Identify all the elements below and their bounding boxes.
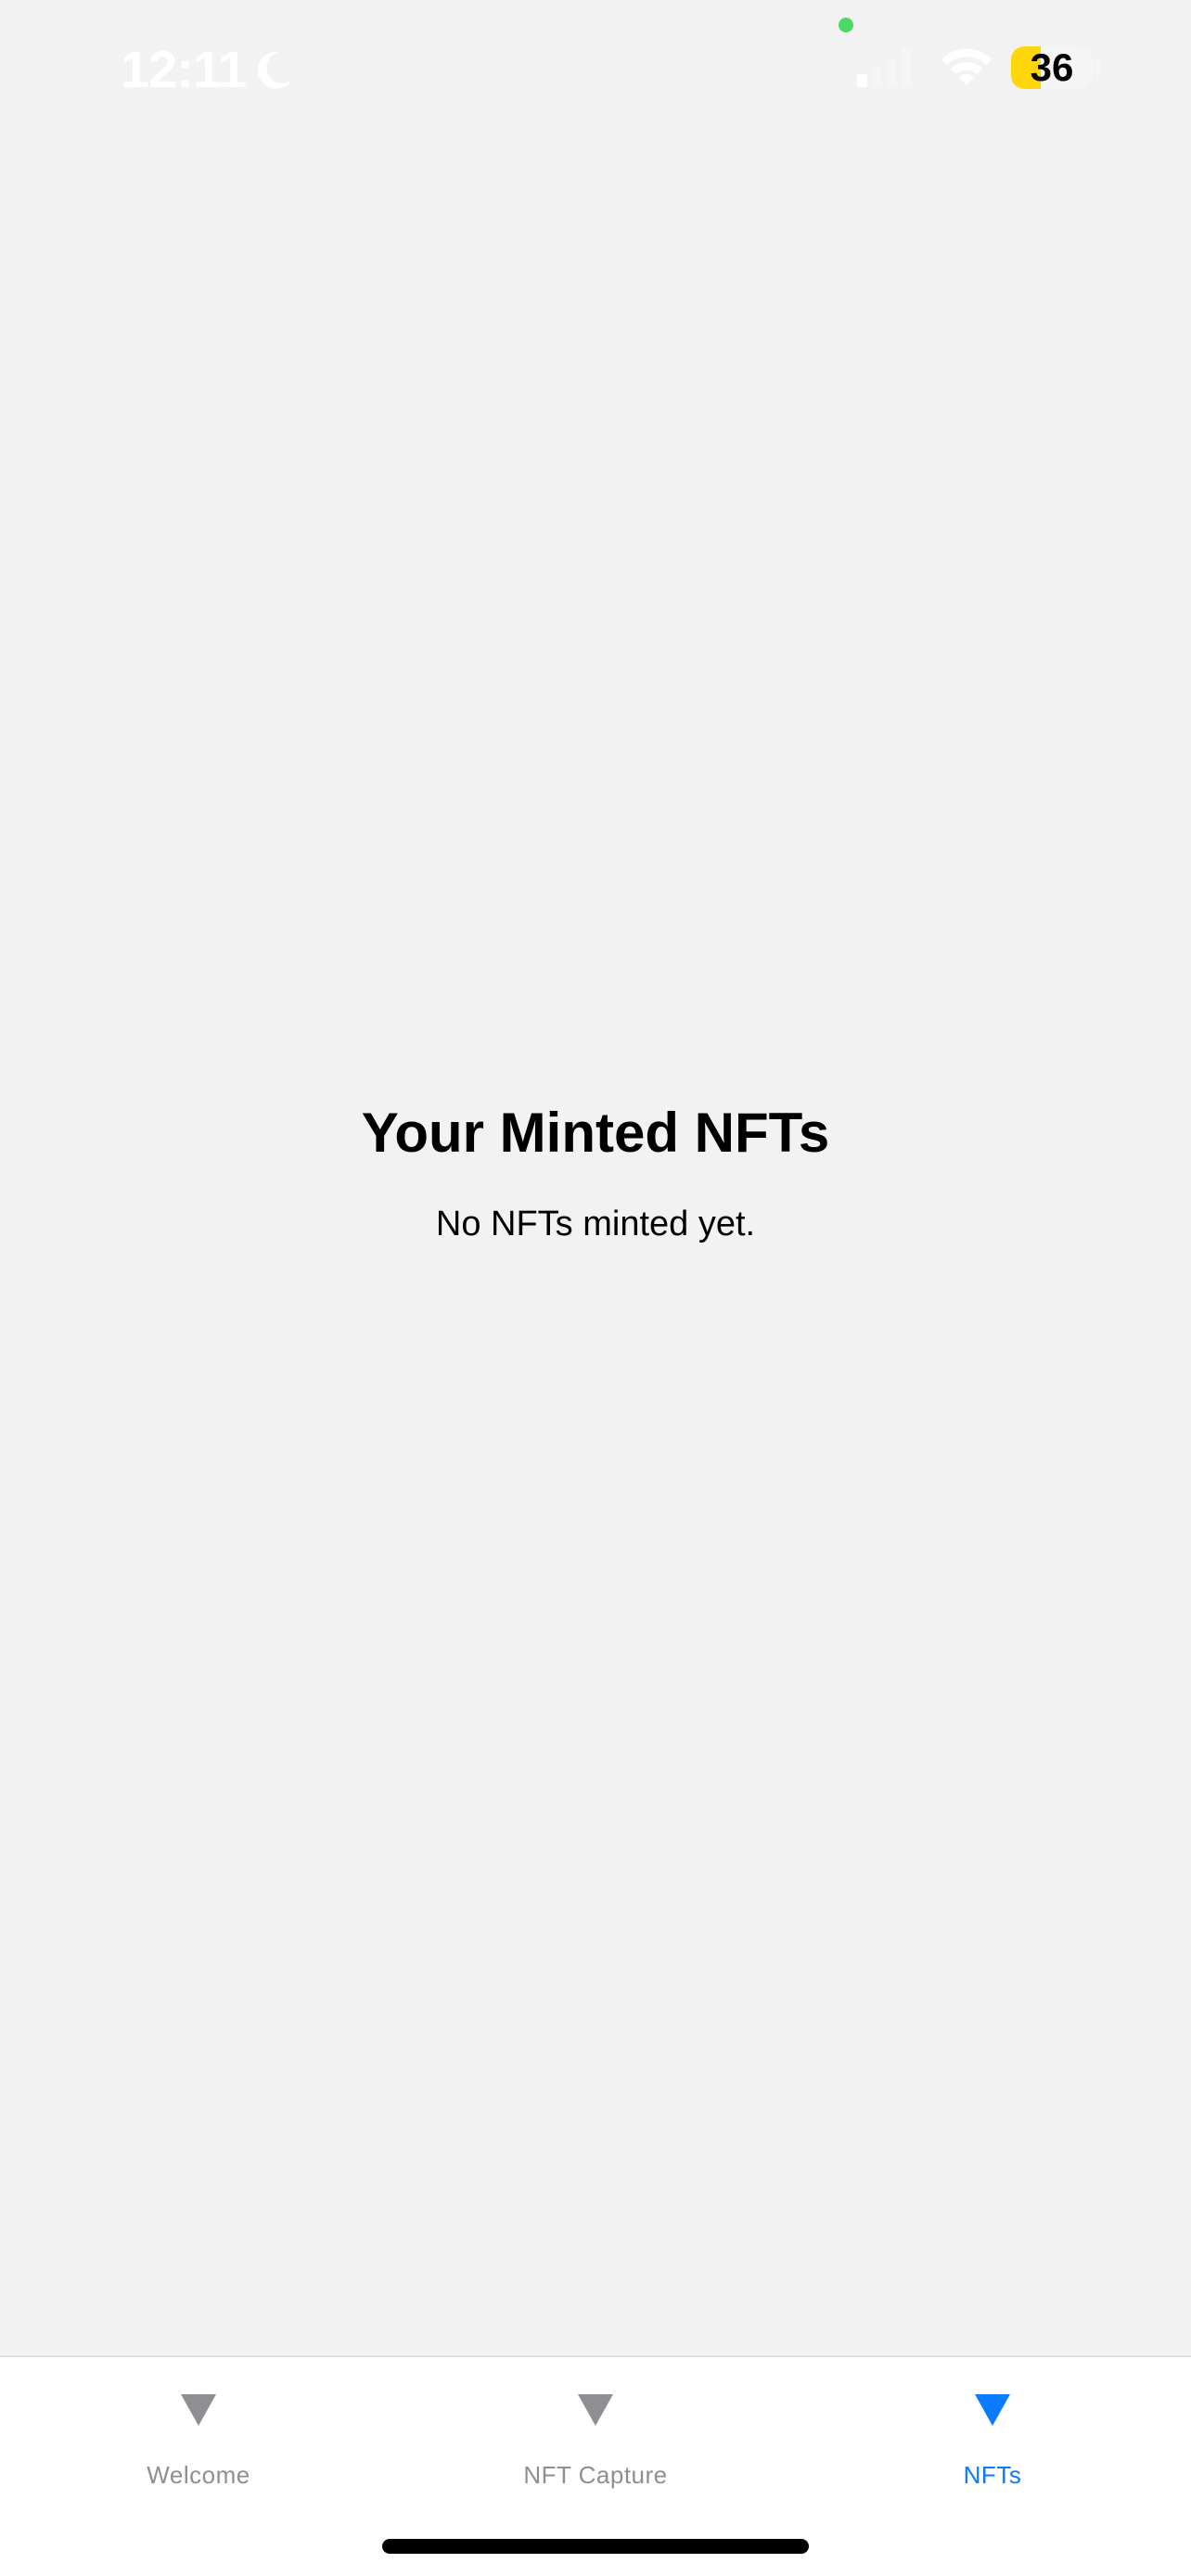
triangle-icon <box>578 2394 613 2426</box>
tab-label: NFTs <box>963 2461 1022 2489</box>
battery-level-text: 36 <box>1030 46 1074 89</box>
home-indicator[interactable] <box>382 2539 809 2554</box>
app-screen: 12:11 36 Your Minted NFTs No NFTs minted… <box>0 0 1191 2576</box>
triangle-icon <box>975 2394 1010 2426</box>
battery-cap <box>1095 59 1100 76</box>
tab-label: NFT Capture <box>523 2461 668 2489</box>
main-content: Your Minted NFTs No NFTs minted yet. <box>0 1094 1191 1250</box>
privacy-indicator-dot <box>839 18 853 32</box>
status-time: 12:11 <box>121 40 247 98</box>
tab-nft-capture[interactable]: NFT Capture <box>397 2357 794 2515</box>
status-bar: 12:11 36 <box>0 0 1191 139</box>
tab-nfts[interactable]: NFTs <box>794 2357 1191 2515</box>
battery-icon: 36 <box>1011 46 1093 89</box>
empty-state-message: No NFTs minted yet. <box>435 1205 756 1243</box>
triangle-icon <box>181 2394 216 2426</box>
status-time-group: 12:11 <box>121 39 298 99</box>
signal-icon <box>857 49 912 87</box>
moon-icon <box>257 51 293 89</box>
tab-label: Welcome <box>147 2461 250 2489</box>
page-title: Your Minted NFTs <box>361 1102 830 1164</box>
tab-welcome[interactable]: Welcome <box>0 2357 397 2515</box>
wifi-icon <box>941 48 992 85</box>
